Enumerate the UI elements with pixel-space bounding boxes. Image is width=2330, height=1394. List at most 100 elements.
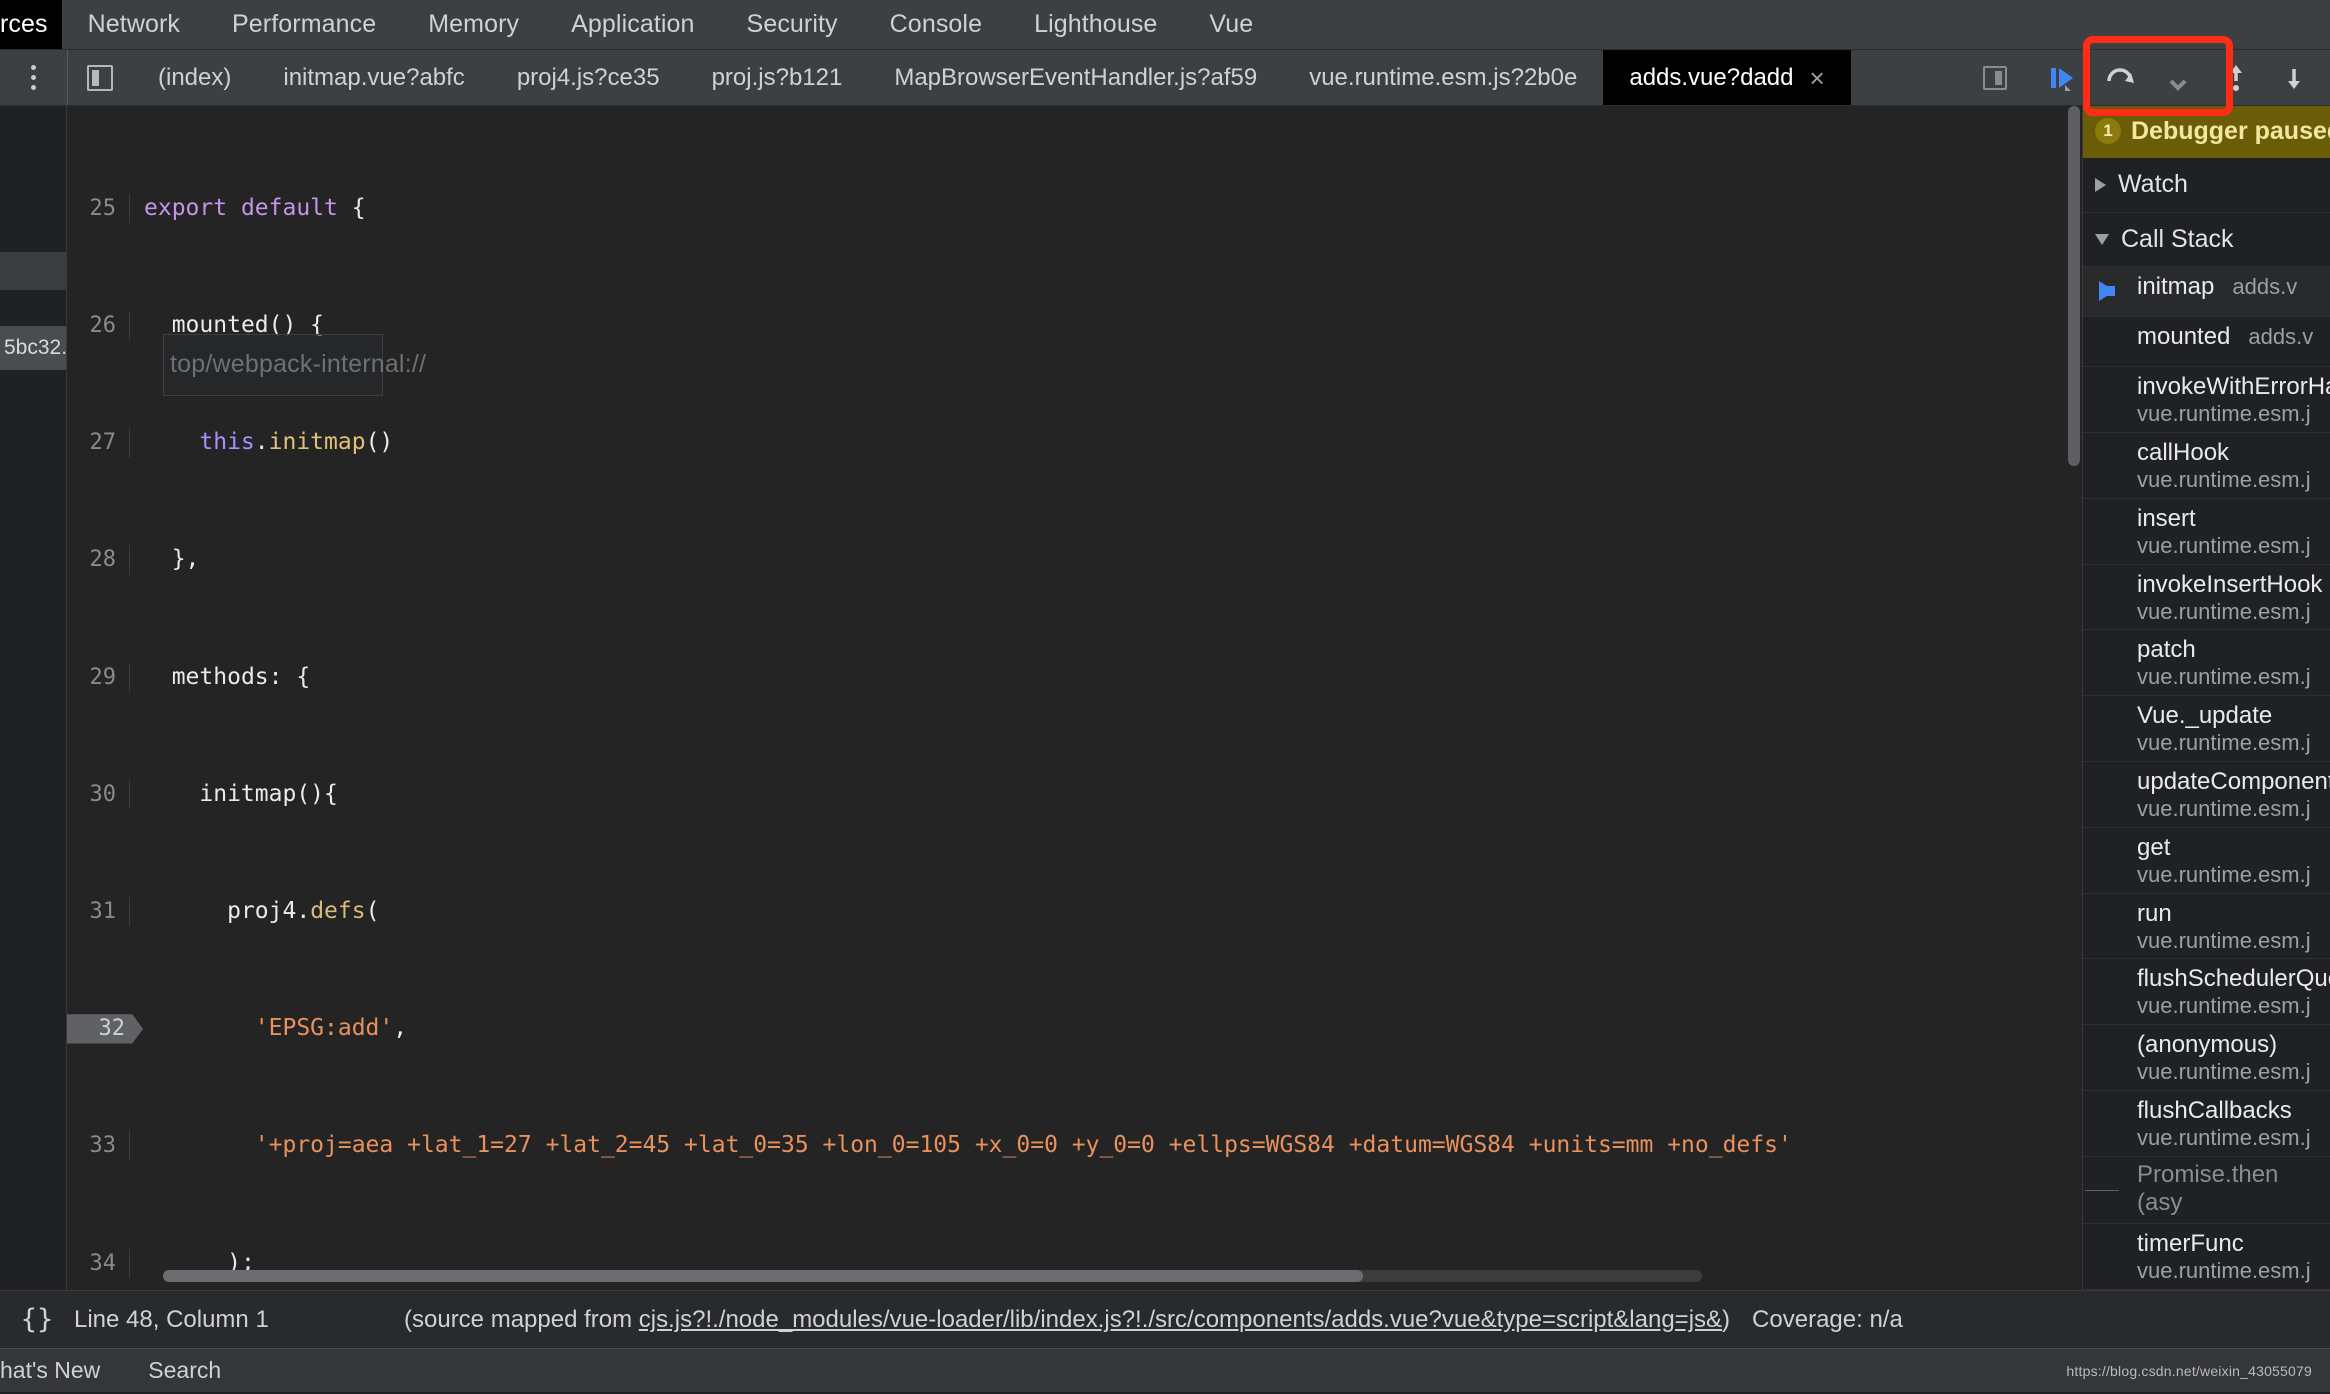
file-tab-label: (index) bbox=[158, 63, 232, 91]
panel-tab-sources[interactable]: rces bbox=[0, 0, 62, 49]
panel-tab-memory[interactable]: Memory bbox=[402, 0, 545, 49]
frame-name: get bbox=[2137, 833, 2171, 861]
panel-tab-security[interactable]: Security bbox=[721, 0, 864, 49]
panel-tab-vue[interactable]: Vue bbox=[1183, 0, 1279, 49]
frame-location: vue.runtime.esm.j bbox=[2137, 598, 2311, 624]
frame-location: vue.runtime.esm.j bbox=[2137, 1124, 2311, 1150]
step-icon[interactable] bbox=[2268, 54, 2320, 102]
frame-location: vue.runtime.esm.j bbox=[2137, 664, 2311, 690]
call-stack-frame-initmap[interactable]: initmap adds.v bbox=[2083, 267, 2330, 318]
watch-section-header[interactable]: Watch bbox=[2083, 158, 2330, 213]
paused-count-badge: 1 bbox=[2095, 118, 2121, 145]
async-label: Promise.then (asy bbox=[2137, 1160, 2279, 1216]
frame-location: vue.runtime.esm.j bbox=[2137, 532, 2311, 558]
code-line: 31 proj4.defs( bbox=[67, 897, 2082, 927]
call-stack-frame-invokeinserthook[interactable]: invokeInsertHook vue.runtime.esm.j bbox=[2083, 565, 2330, 631]
panel-tab-label: Network bbox=[87, 10, 181, 38]
file-tab-proj-js[interactable]: proj.js?b121 bbox=[686, 50, 869, 105]
panel-tab-label: Security bbox=[746, 10, 838, 38]
frame-name: invokeInsertHook bbox=[2137, 570, 2323, 598]
frame-name: mounted bbox=[2137, 323, 2231, 351]
source-map-link[interactable]: cjs.js?!./node_modules/vue-loader/lib/in… bbox=[639, 1306, 1722, 1333]
code-line: 30 initmap(){ bbox=[67, 779, 2082, 810]
frame-name: flushCallbacks bbox=[2137, 1096, 2292, 1124]
panel-tab-application[interactable]: Application bbox=[545, 0, 720, 49]
current-frame-marker: 32 bbox=[67, 1014, 143, 1044]
chevron-down-icon bbox=[2095, 233, 2109, 245]
panel-tab-console[interactable]: Console bbox=[864, 0, 1008, 49]
source-code-editor[interactable]: top/webpack-internal:// 25 export default… bbox=[66, 106, 2082, 1290]
frame-location: vue.runtime.esm.j bbox=[2137, 401, 2311, 427]
editor-vertical-scrollbar[interactable] bbox=[2068, 106, 2080, 466]
call-stack-frame-flushschedulerqueue[interactable]: flushSchedulerQueu vue.runtime.esm.j bbox=[2083, 959, 2330, 1026]
show-debugger-sidebar-icon[interactable] bbox=[1964, 50, 2026, 105]
frame-name: flushSchedulerQueu bbox=[2137, 965, 2330, 993]
drawer-tab-whats-new[interactable]: hat's New bbox=[0, 1357, 124, 1384]
call-stack-section-header[interactable]: Call Stack bbox=[2083, 213, 2330, 268]
line-number: 25 bbox=[67, 193, 130, 224]
drawer-tab-search[interactable]: Search bbox=[124, 1357, 245, 1384]
call-stack-frame-insert[interactable]: insert vue.runtime.esm.j bbox=[2083, 499, 2330, 565]
file-tab-mapbrowsereventhandler-js[interactable]: MapBrowserEventHandler.js?af59 bbox=[868, 50, 1283, 105]
call-stack-frame-vue-update[interactable]: Vue._update vue.runtime.esm.j bbox=[2083, 696, 2330, 762]
step-into-next-function-call-icon[interactable] bbox=[2152, 54, 2204, 102]
file-tab-vue-runtime-esm-js[interactable]: vue.runtime.esm.js?2b0e bbox=[1283, 50, 1603, 105]
panel-tab-lighthouse[interactable]: Lighthouse bbox=[1008, 0, 1183, 49]
line-source: 'EPSG:add', bbox=[254, 1015, 408, 1042]
call-stack-frame-invokewitherrorhandling[interactable]: invokeWithErrorHan vue.runtime.esm.j bbox=[2083, 367, 2330, 434]
step-out-of-current-function-icon[interactable] bbox=[2210, 54, 2262, 102]
frame-name: patch bbox=[2137, 636, 2196, 664]
panel-tab-label: Lighthouse bbox=[1034, 10, 1158, 38]
call-stack-frame-get[interactable]: get vue.runtime.esm.j bbox=[2083, 828, 2330, 894]
panel-tab-label: rces bbox=[0, 10, 48, 38]
code-line: 33 '+proj=aea +lat_1=27 +lat_2=45 +lat_0… bbox=[67, 1131, 2082, 1161]
coverage-info: Coverage: n/a bbox=[1752, 1305, 1903, 1333]
call-stack-frame-updatecomponent[interactable]: updateComponent vue.runtime.esm.j bbox=[2083, 762, 2330, 828]
step-over-next-function-call-icon[interactable] bbox=[2094, 54, 2146, 102]
call-stack-frame-flushcallbacks[interactable]: flushCallbacks vue.runtime.esm.j bbox=[2083, 1091, 2330, 1157]
line-number: 30 bbox=[67, 779, 130, 810]
call-stack-frame-run[interactable]: run vue.runtime.esm.j bbox=[2083, 894, 2330, 960]
call-stack-frame-timerfunc[interactable]: timerFunc vue.runtime.esm.j bbox=[2083, 1224, 2330, 1290]
line-source: '+proj=aea +lat_1=27 +lat_2=45 +lat_0=35… bbox=[254, 1132, 1792, 1159]
show-navigator-icon[interactable] bbox=[68, 50, 132, 105]
file-tab-label: adds.vue?dadd bbox=[1629, 63, 1794, 91]
line-source: proj4.defs( bbox=[227, 898, 380, 925]
code-line-current-frame: 32 'EPSG:add', bbox=[67, 1014, 2082, 1044]
close-icon[interactable]: × bbox=[1810, 65, 1825, 91]
frame-name: callHook bbox=[2137, 439, 2230, 467]
call-stack-label: Call Stack bbox=[2121, 224, 2234, 253]
line-source: methods: { bbox=[171, 663, 311, 690]
line-number: 28 bbox=[67, 545, 130, 575]
file-tab-proj4-js[interactable]: proj4.js?ce35 bbox=[491, 50, 686, 105]
more-options-icon[interactable] bbox=[0, 50, 68, 105]
call-stack-frame-anonymous[interactable]: (anonymous) vue.runtime.esm.j bbox=[2083, 1025, 2330, 1091]
call-stack-frame-callhook[interactable]: callHook vue.runtime.esm.j bbox=[2083, 433, 2330, 499]
devtools-panel-tabs: rces Network Performance Memory Applicat… bbox=[0, 0, 2330, 50]
line-source: mounted() { bbox=[171, 312, 325, 339]
frame-location: vue.runtime.esm.j bbox=[2137, 861, 2311, 887]
file-tab-index[interactable]: (index) bbox=[132, 50, 257, 105]
panel-tab-network[interactable]: Network bbox=[62, 0, 206, 49]
panel-tab-label: Performance bbox=[232, 10, 377, 38]
call-stack-frame-mounted[interactable]: mounted adds.v bbox=[2083, 317, 2330, 368]
frame-name: timerFunc bbox=[2137, 1230, 2244, 1258]
navigator-row-selected[interactable]: 5bc32.h bbox=[0, 326, 66, 370]
panel-tab-performance[interactable]: Performance bbox=[206, 0, 402, 49]
pretty-print-icon[interactable]: {} bbox=[0, 1304, 74, 1335]
editor-horizontal-scrollbar[interactable] bbox=[163, 1270, 1702, 1282]
navigator-edge-strip[interactable]: 5bc32.h bbox=[0, 106, 66, 1290]
navigator-row[interactable] bbox=[0, 252, 66, 290]
file-tab-adds-vue[interactable]: adds.vue?dadd × bbox=[1603, 50, 1851, 105]
resume-script-execution-icon[interactable] bbox=[2036, 54, 2088, 102]
watermark-url: https://blog.csdn.net/weixin_43055079 bbox=[2066, 1362, 2312, 1379]
panel-tab-label: Console bbox=[889, 10, 983, 38]
devtools-window: rces Network Performance Memory Applicat… bbox=[0, 0, 2330, 1394]
code-line: 25 export default { bbox=[67, 193, 2082, 224]
call-stack-frame-patch[interactable]: patch vue.runtime.esm.j bbox=[2083, 630, 2330, 697]
file-tab-initmap-vue[interactable]: initmap.vue?abfc bbox=[257, 50, 490, 105]
workspace: 5bc32.h top/webpack-internal:// 25export… bbox=[0, 106, 2330, 1290]
editor-status-bar: {} Line 48, Column 1 (source mapped from… bbox=[0, 1290, 2330, 1348]
frame-name: Vue._update bbox=[2137, 702, 2273, 730]
frame-name: initmap bbox=[2137, 273, 2215, 301]
